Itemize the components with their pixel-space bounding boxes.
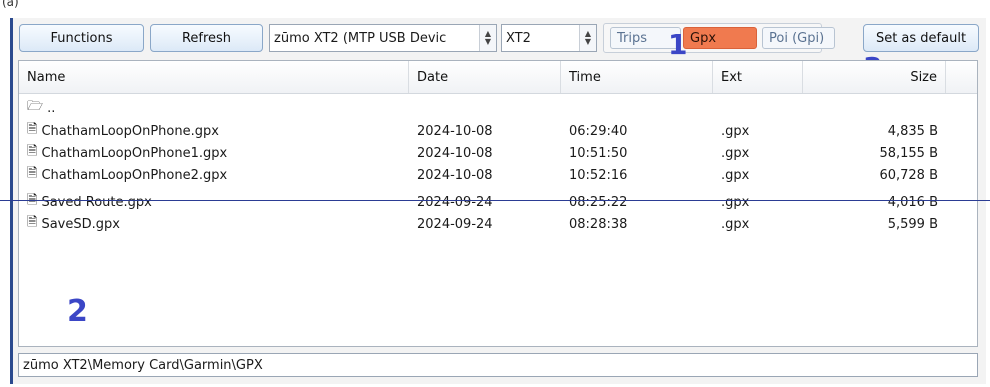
device-select[interactable]: zūmo XT2 (MTP USB Devic ▲ ▼ [269,24,497,52]
parent-dir-row[interactable]: 🗁 .. [19,97,977,119]
table-row[interactable]: 🗎Saved Route.gpx 2024-09-24 08:25:22 .gp… [19,191,977,213]
table-row[interactable]: 🗎 ChathamLoopOnPhone.gpx 2024-10-08 06:29… [19,120,977,142]
file-ext: .gpx [721,194,750,210]
file-date: 2024-09-24 [417,194,493,210]
toggle-poi[interactable]: Poi (Gpi) [762,27,835,49]
file-time: 10:52:16 [569,167,628,183]
file-name: Saved Route.gpx [41,194,152,210]
column-header-date[interactable]: Date [409,61,561,93]
folder-icon: 🗁 [27,99,44,114]
file-date: 2024-10-08 [417,145,493,161]
toolbar: Functions Refresh zūmo XT2 (MTP USB Devi… [13,18,986,58]
file-ext: .gpx [721,145,750,161]
file-size: 5,599 B [887,216,938,232]
file-icon: 🗎 [27,122,38,137]
column-header-size[interactable]: Size [803,61,946,93]
file-icon: 🗎 [27,191,37,213]
file-date: 2024-10-08 [417,123,493,139]
divider-line [0,200,990,201]
file-size: 58,155 B [879,145,938,161]
file-ext: .gpx [721,123,750,139]
column-header-time[interactable]: Time [561,61,713,93]
file-name: ChathamLoopOnPhone2.gpx [41,167,228,183]
table-row[interactable]: 🗎 ChathamLoopOnPhone1.gpx 2024-10-08 10:5… [19,142,977,164]
file-size: 4,016 B [887,194,938,210]
file-name: SaveSD.gpx [41,216,120,232]
file-ext: .gpx [721,216,750,232]
file-time: 06:29:40 [569,123,628,139]
file-ext: .gpx [721,167,750,183]
file-time: 08:28:38 [569,216,628,232]
file-time: 10:51:50 [569,145,628,161]
model-select[interactable]: XT2 ▲ ▼ [501,24,597,52]
file-icon: 🗎 [27,166,38,181]
file-type-toggle-group: Trips Gpx Poi (Gpi) [603,23,835,53]
file-size: 60,728 B [879,167,938,183]
table-row[interactable]: 🗎 SaveSD.gpx 2024-09-24 08:28:38 .gpx 5,5… [19,213,977,235]
spin-arrows-icon[interactable]: ▲ ▼ [579,25,596,51]
file-time: 08:25:22 [569,194,628,210]
app-window: Functions Refresh zūmo XT2 (MTP USB Devi… [10,18,986,384]
file-icon: 🗎 [27,144,38,159]
file-list-header: Name Date Time Ext Size [19,61,977,94]
column-header-ext[interactable]: Ext [713,61,803,93]
annotation-1: 1 [668,28,688,61]
file-date: 2024-09-24 [417,216,493,232]
file-date: 2024-10-08 [417,167,493,183]
file-list: Name Date Time Ext Size 🗁 .. 🗎 ChathamLoo… [18,60,978,347]
figure-label: (a) [2,0,19,9]
device-select-value: zūmo XT2 (MTP USB Devic [274,30,447,46]
column-header-name[interactable]: Name [19,61,409,93]
functions-button[interactable]: Functions [19,24,144,52]
table-row[interactable]: 🗎 ChathamLoopOnPhone2.gpx 2024-10-08 10:5… [19,164,977,186]
toggle-gpx[interactable]: Gpx [683,27,757,49]
file-size: 4,835 B [887,123,938,139]
set-as-default-button[interactable]: Set as default [863,24,979,52]
file-icon: 🗎 [27,215,38,230]
model-select-value: XT2 [506,30,531,46]
file-name: ChathamLoopOnPhone1.gpx [41,145,228,161]
annotation-2: 2 [67,294,88,329]
file-name: ChathamLoopOnPhone.gpx [41,123,219,139]
path-bar[interactable]: zūmo XT2\Memory Card\Garmin\GPX [18,353,978,377]
refresh-button[interactable]: Refresh [150,24,263,52]
spin-arrows-icon[interactable]: ▲ ▼ [479,25,496,51]
parent-dir-label: .. [47,100,56,116]
